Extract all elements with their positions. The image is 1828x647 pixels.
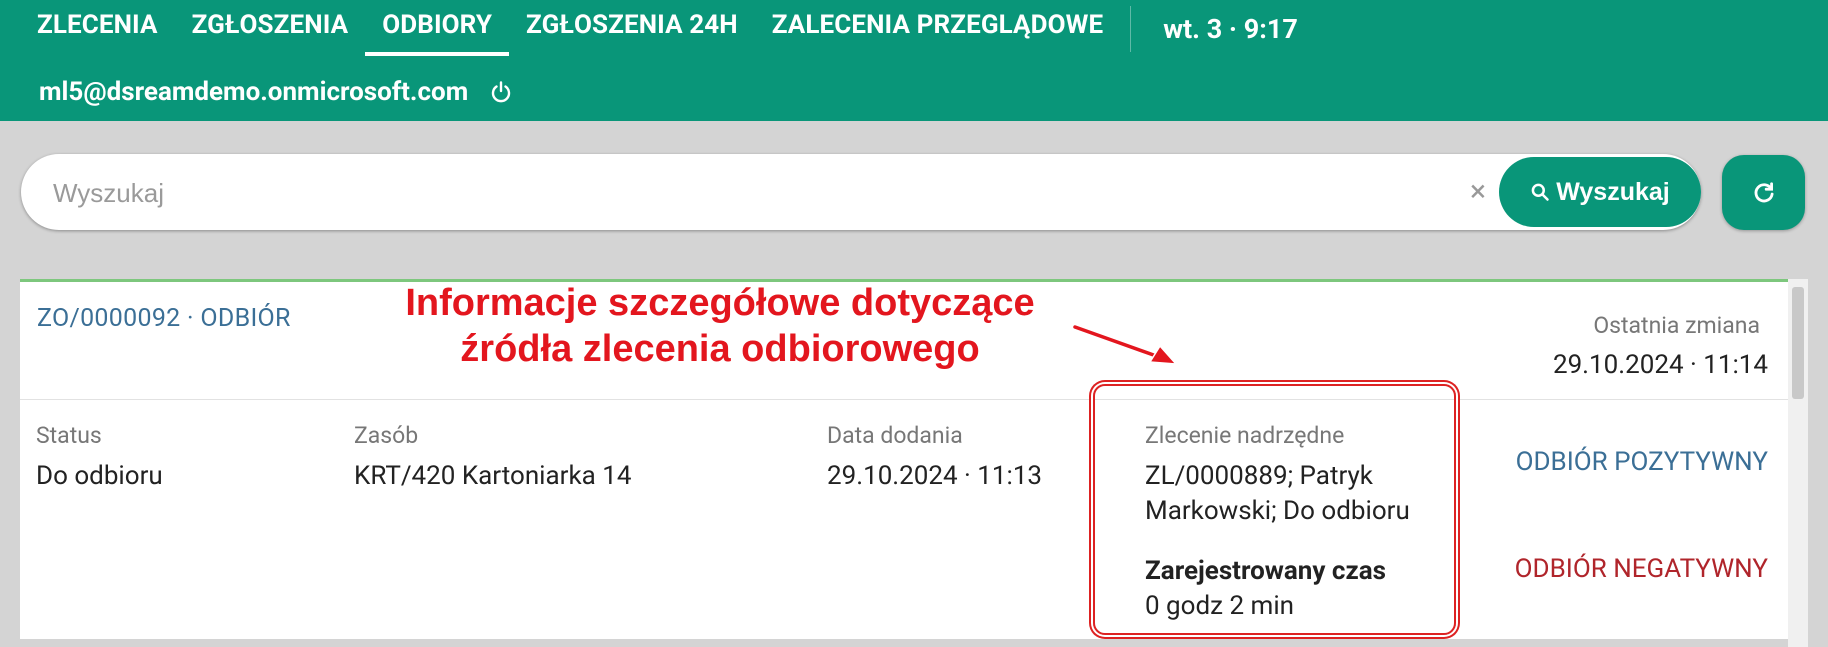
search-input[interactable] — [51, 168, 1455, 218]
search-bar: × Wyszukaj — [21, 154, 1701, 230]
scrollbar[interactable] — [1788, 279, 1808, 647]
user-row: ml5@dsreamdemo.onmicrosoft.com — [39, 70, 516, 114]
order-id[interactable]: ZO/0000092 · ODBIÓR — [37, 304, 291, 333]
scrollbar-thumb[interactable] — [1792, 287, 1804, 399]
tab-zgloszenia-24h[interactable]: ZGŁOSZENIA 24H — [509, 0, 755, 58]
last-change-value: 29.10.2024 · 11:14 — [1552, 350, 1768, 380]
user-email: ml5@dsreamdemo.onmicrosoft.com — [39, 77, 469, 107]
refresh-icon — [1754, 181, 1774, 202]
date-added-label: Data dodania — [827, 422, 963, 449]
status-label: Status — [36, 422, 102, 449]
date-added-value: 29.10.2024 · 11:13 — [827, 461, 1043, 491]
annotation-callout: Informacje szczegółowe dotyczące źródła … — [360, 280, 1080, 372]
annotation-line-1: Informacje szczegółowe dotyczące — [405, 282, 1035, 324]
annotation-line-2: źródła zlecenia odbiorowego — [460, 328, 980, 370]
positive-acceptance-button[interactable]: ODBIÓR POZYTYWNY — [1516, 447, 1768, 477]
last-change-label: Ostatnia zmiana — [1593, 312, 1760, 339]
search-button[interactable]: Wyszukaj — [1499, 157, 1701, 227]
main-nav: ZLECENIA ZGŁOSZENIA ODBIORY ZGŁOSZENIA 2… — [0, 0, 1298, 58]
current-time: wt. 3 · 9:17 — [1163, 13, 1298, 45]
card-divider — [20, 399, 1788, 400]
search-icon — [1531, 183, 1549, 201]
clear-icon[interactable]: × — [1461, 176, 1495, 210]
power-icon[interactable] — [486, 77, 516, 107]
tab-zalecenia-przegladowe[interactable]: ZALECENIA PRZEGLĄDOWE — [755, 0, 1120, 58]
tab-zlecenia[interactable]: ZLECENIA — [0, 0, 175, 58]
negative-acceptance-button[interactable]: ODBIÓR NEGATYWNY — [1515, 554, 1768, 584]
tab-zgloszenia[interactable]: ZGŁOSZENIA — [175, 0, 366, 58]
app-header: ZLECENIA ZGŁOSZENIA ODBIORY ZGŁOSZENIA 2… — [0, 0, 1828, 121]
status-value: Do odbioru — [36, 461, 163, 491]
resource-value: KRT/420 Kartoniarka 14 — [354, 461, 632, 491]
resource-label: Zasób — [354, 422, 419, 449]
refresh-button[interactable] — [1722, 155, 1805, 230]
highlight-box — [1093, 384, 1456, 635]
search-button-label: Wyszukaj — [1556, 177, 1670, 206]
tab-odbiory[interactable]: ODBIORY — [365, 0, 509, 58]
annotation-arrow — [1071, 323, 1178, 365]
nav-divider — [1130, 6, 1132, 52]
